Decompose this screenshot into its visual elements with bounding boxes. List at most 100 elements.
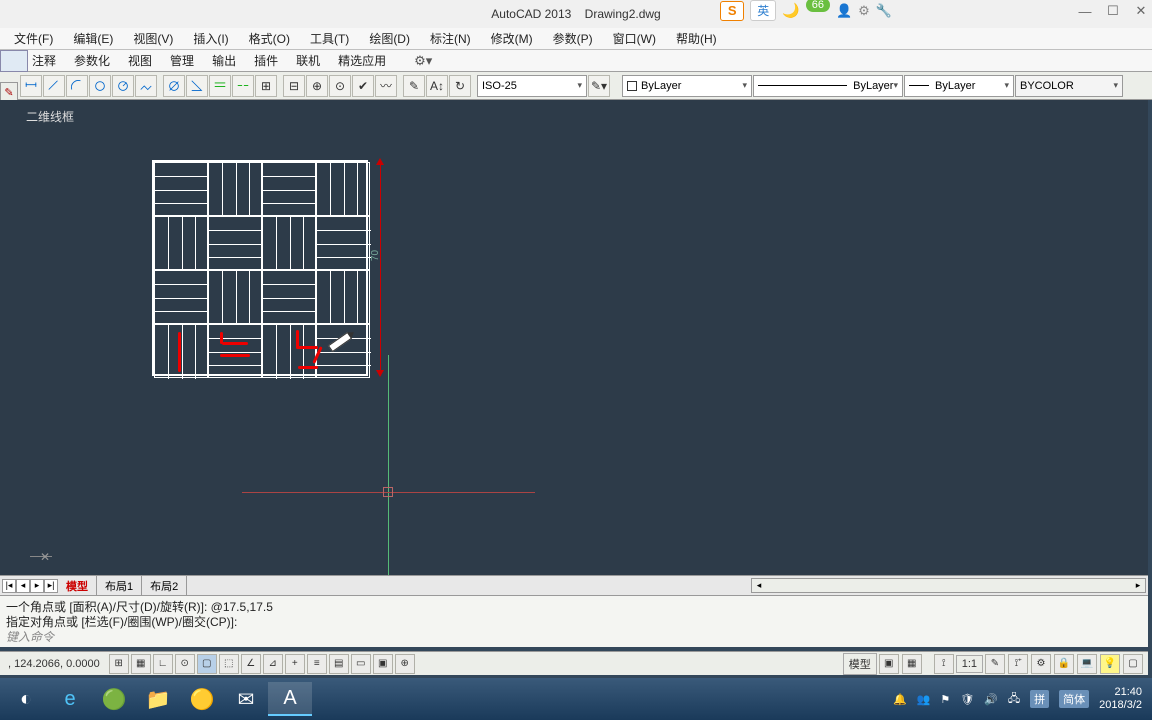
minimize-button[interactable]: — [1078, 4, 1092, 18]
dim-angular-button[interactable] [186, 75, 208, 97]
user-icon[interactable]: 👤 [836, 3, 852, 19]
dyn-button[interactable]: + [285, 654, 305, 674]
center-mark-button[interactable]: ⊙ [329, 75, 351, 97]
tray-people-icon[interactable]: 👥 [917, 693, 931, 706]
dim-radius-button[interactable] [112, 75, 134, 97]
ribbon-online[interactable]: 联机 [294, 51, 322, 70]
tab-nav-first[interactable]: |◂ [2, 579, 16, 593]
menu-view[interactable]: 视图(V) [123, 30, 183, 47]
linetype-dropdown[interactable]: ByLayer▾ [753, 75, 903, 97]
am-button[interactable]: ⊕ [395, 654, 415, 674]
isolate-objects-button[interactable]: 💡 [1100, 654, 1120, 674]
tab-nav-last[interactable]: ▸| [44, 579, 58, 593]
tray-flag-icon[interactable]: ⚑ [940, 693, 950, 706]
close-button[interactable]: ✕ [1134, 4, 1148, 18]
clean-screen-button[interactable]: ▢ [1123, 654, 1143, 674]
dim-text-edit-button[interactable]: A↕ [426, 75, 448, 97]
ribbon-output[interactable]: 输出 [210, 51, 238, 70]
workspace-switching-button[interactable]: ⚙ [1031, 654, 1051, 674]
ducs-button[interactable]: ⊿ [263, 654, 283, 674]
tab-nav-prev[interactable]: ◂ [16, 579, 30, 593]
tray-volume-icon[interactable]: 🔊 [984, 693, 998, 706]
ortho-button[interactable]: ∟ [153, 654, 173, 674]
annotation-autoscale-button[interactable]: ⟟⁺ [1008, 654, 1028, 674]
dim-jogged-button[interactable] [135, 75, 157, 97]
maximize-button[interactable]: ☐ [1106, 4, 1120, 18]
transparency-button[interactable]: ▤ [329, 654, 349, 674]
ime-simplified[interactable]: 简体 [1059, 690, 1089, 708]
horizontal-scrollbar[interactable]: ◂ ▸ [751, 578, 1146, 593]
menu-draw[interactable]: 绘图(D) [359, 30, 420, 47]
menu-dimension[interactable]: 标注(N) [420, 30, 481, 47]
annotation-visibility-button[interactable]: ✎ [985, 654, 1005, 674]
menu-help[interactable]: 帮助(H) [666, 30, 727, 47]
jogged-linear-button[interactable]: 〰 [375, 75, 397, 97]
dim-ordinate-button[interactable] [89, 75, 111, 97]
layer-dropdown[interactable]: ByLayer▾ [622, 75, 752, 97]
dim-edit-button[interactable]: ✎ [403, 75, 425, 97]
dim-linear-button[interactable] [20, 75, 42, 97]
polar-button[interactable]: ⊙ [175, 654, 195, 674]
ribbon-gear-icon[interactable]: ⚙▾ [412, 52, 434, 70]
tab-model[interactable]: 模型 [58, 576, 97, 596]
3dosnap-button[interactable]: ⬚ [219, 654, 239, 674]
viewport-label[interactable]: 二维线框 [26, 108, 74, 125]
ribbon-view[interactable]: 视图 [126, 51, 154, 70]
dim-baseline-button[interactable] [209, 75, 231, 97]
annotation-scale-icon[interactable]: ⟟ [934, 654, 954, 674]
quickview-layouts-button[interactable]: ▣ [879, 654, 899, 674]
dim-style-control-button[interactable]: ✎▾ [588, 75, 610, 97]
wrench-icon[interactable]: 🔧 [876, 3, 892, 19]
ribbon-manage[interactable]: 管理 [168, 51, 196, 70]
lineweight-dropdown[interactable]: ByLayer▾ [904, 75, 1014, 97]
mail-icon[interactable]: ✉ [224, 682, 268, 716]
command-input[interactable]: 键入命令 [6, 628, 1142, 646]
dim-break-button[interactable]: ⊟ [283, 75, 305, 97]
menu-edit[interactable]: 编辑(E) [63, 30, 123, 47]
otrack-button[interactable]: ∠ [241, 654, 261, 674]
start-button[interactable]: ◐ [4, 682, 48, 716]
ime-lang-badge[interactable]: 英 [750, 0, 776, 21]
ribbon-parametric[interactable]: 参数化 [72, 51, 112, 70]
model-paper-toggle[interactable]: 模型 [843, 653, 877, 675]
sogou-icon[interactable]: S [720, 1, 744, 21]
tab-nav-next[interactable]: ▸ [30, 579, 44, 593]
dim-aligned-button[interactable] [43, 75, 65, 97]
tolerance-button[interactable]: ⊕ [306, 75, 328, 97]
sc-button[interactable]: ▣ [373, 654, 393, 674]
ime-pinyin[interactable]: 拼 [1030, 690, 1049, 708]
dim-diameter-button[interactable] [163, 75, 185, 97]
inspect-button[interactable]: ✔ [352, 75, 374, 97]
ie-icon[interactable]: e [48, 682, 92, 716]
drawing-canvas[interactable]: 二维线框 [0, 100, 1148, 575]
ribbon-minimize-handle[interactable] [0, 50, 28, 72]
hardware-accel-button[interactable]: 💻 [1077, 654, 1097, 674]
autocad-task-icon[interactable]: A [268, 682, 312, 716]
toolbar-lock-button[interactable]: 🔒 [1054, 654, 1074, 674]
command-window[interactable]: 一个角点或 [面积(A)/尺寸(D)/旋转(R)]: @17.5,17.5 指定… [0, 595, 1148, 647]
tab-layout2[interactable]: 布局2 [142, 576, 187, 596]
annotation-scale[interactable]: 1:1 [956, 655, 983, 673]
lineweight-display-button[interactable]: ≡ [307, 654, 327, 674]
menu-file[interactable]: 文件(F) [4, 30, 63, 47]
snap-mode-button[interactable]: ⊞ [109, 654, 129, 674]
clock[interactable]: 21:40 2018/3/2 [1099, 686, 1142, 712]
media-icon[interactable]: 🟡 [180, 682, 224, 716]
menu-insert[interactable]: 插入(I) [183, 30, 238, 47]
tab-layout1[interactable]: 布局1 [97, 576, 142, 596]
tray-notification-icon[interactable]: 🔔 [893, 693, 907, 706]
dim-continue-button[interactable] [232, 75, 254, 97]
dim-arc-button[interactable] [66, 75, 88, 97]
ribbon-plugins[interactable]: 插件 [252, 51, 280, 70]
ribbon-featured[interactable]: 精选应用 [336, 51, 388, 70]
qp-button[interactable]: ▭ [351, 654, 371, 674]
menu-window[interactable]: 窗口(W) [603, 30, 666, 47]
coordinates-display[interactable]: , 124.2066, 0.0000 [0, 658, 108, 670]
dim-space-button[interactable]: ⊞ [255, 75, 277, 97]
grid-button[interactable]: ▦ [131, 654, 151, 674]
dim-update-button[interactable]: ↻ [449, 75, 471, 97]
ribbon-annotate[interactable]: 注释 [30, 51, 58, 70]
scroll-right-icon[interactable]: ▸ [1131, 580, 1145, 591]
menu-tools[interactable]: 工具(T) [300, 30, 359, 47]
quickview-drawings-button[interactable]: ▦ [902, 654, 922, 674]
